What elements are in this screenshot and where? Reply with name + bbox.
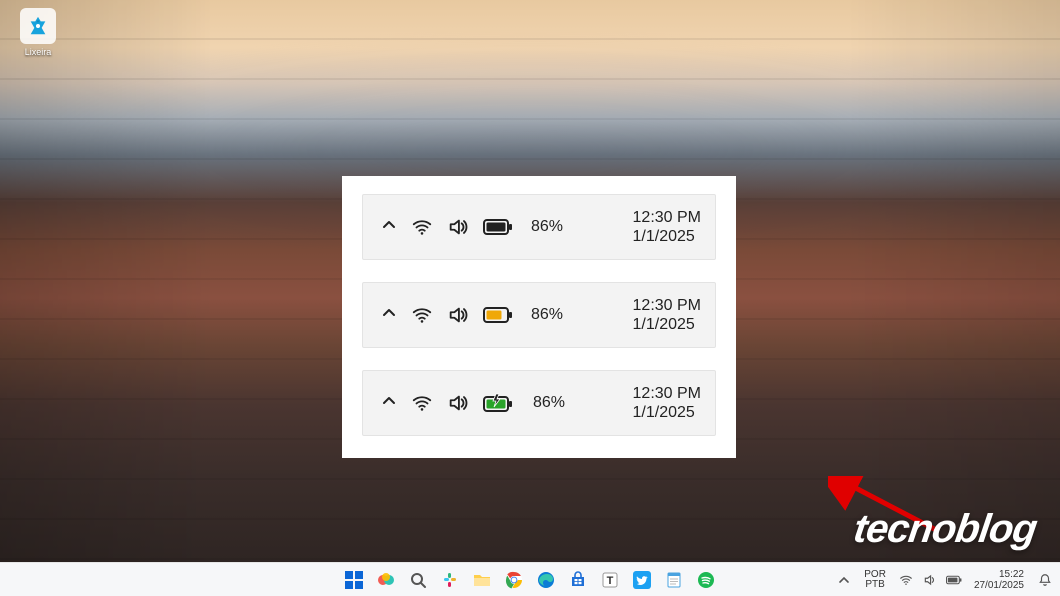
chevron-up-icon[interactable]: [381, 393, 397, 414]
spotify-icon[interactable]: [693, 567, 719, 593]
recycle-bin-icon: [20, 8, 56, 44]
notifications-icon[interactable]: [1036, 571, 1054, 589]
tray-clock[interactable]: 12:30 PM 1/1/2025: [633, 384, 701, 422]
volume-icon[interactable]: [447, 392, 469, 414]
notepad-icon[interactable]: [661, 567, 687, 593]
volume-icon[interactable]: [447, 216, 469, 238]
taskbar-time: 15:22: [974, 569, 1024, 580]
chevron-up-icon[interactable]: [836, 572, 852, 588]
battery-percent: 86%: [531, 218, 563, 236]
tray-date: 1/1/2025: [633, 315, 701, 334]
desktop: Lixeira 86% 12:30 PM 1/1/2025: [0, 0, 1060, 596]
taskbar-clock[interactable]: 15:22 27/01/2025: [970, 567, 1028, 593]
text-app-icon[interactable]: T: [597, 567, 623, 593]
chevron-up-icon[interactable]: [381, 305, 397, 326]
tray-date: 1/1/2025: [633, 403, 701, 422]
chrome-icon[interactable]: [501, 567, 527, 593]
edge-icon[interactable]: [533, 567, 559, 593]
battery-icon[interactable]: [946, 572, 962, 588]
twitter-icon[interactable]: [629, 567, 655, 593]
battery-percent: 86%: [531, 306, 563, 324]
wifi-icon[interactable]: [411, 304, 433, 326]
tray-time: 12:30 PM: [633, 208, 701, 227]
tray-example-row: 86% 12:30 PM 1/1/2025: [362, 194, 716, 260]
tray-example-row: 86% 12:30 PM 1/1/2025: [362, 282, 716, 348]
language-indicator[interactable]: POR PTB: [860, 568, 890, 592]
wifi-icon[interactable]: [411, 216, 433, 238]
taskbar: T POR PTB: [0, 562, 1060, 596]
search-icon[interactable]: [405, 567, 431, 593]
volume-icon[interactable]: [447, 304, 469, 326]
battery-icon[interactable]: [483, 218, 513, 236]
taskbar-system-tray: POR PTB 15:22 27/01/2025: [836, 563, 1060, 596]
tray-time: 12:30 PM: [633, 384, 701, 403]
tray-clock[interactable]: 12:30 PM 1/1/2025: [633, 208, 701, 246]
svg-text:T: T: [607, 575, 614, 587]
language-top: POR: [864, 570, 886, 580]
battery-icon[interactable]: [483, 306, 513, 324]
volume-icon[interactable]: [922, 572, 938, 588]
copilot-icon[interactable]: [373, 567, 399, 593]
tray-time: 12:30 PM: [633, 296, 701, 315]
file-explorer-icon[interactable]: [469, 567, 495, 593]
tray-clock[interactable]: 12:30 PM 1/1/2025: [633, 296, 701, 334]
store-icon[interactable]: [565, 567, 591, 593]
taskbar-center-apps: T: [341, 563, 719, 596]
chevron-up-icon[interactable]: [381, 217, 397, 238]
recycle-bin-label: Lixeira: [10, 47, 66, 57]
tray-example-row: 86% 12:30 PM 1/1/2025: [362, 370, 716, 436]
battery-charging-icon[interactable]: [483, 393, 515, 413]
tray-date: 1/1/2025: [633, 227, 701, 246]
taskbar-date: 27/01/2025: [974, 580, 1024, 591]
start-button[interactable]: [341, 567, 367, 593]
tray-examples-card: 86% 12:30 PM 1/1/2025 86% 12:30 PM: [342, 176, 736, 458]
language-bottom: PTB: [864, 580, 886, 590]
wifi-icon[interactable]: [411, 392, 433, 414]
recycle-bin[interactable]: Lixeira: [10, 8, 66, 57]
battery-percent: 86%: [533, 394, 565, 412]
wifi-icon[interactable]: [898, 572, 914, 588]
slack-icon[interactable]: [437, 567, 463, 593]
